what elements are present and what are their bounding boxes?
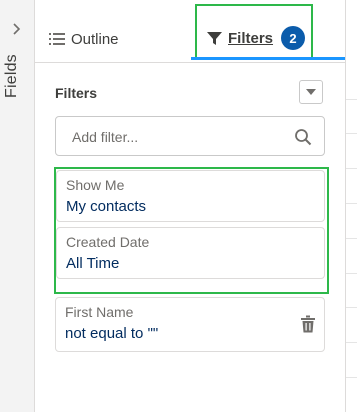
filter-panel: Outline Filters 2 Filters Show Me My co xyxy=(35,0,346,412)
active-tab-indicator xyxy=(191,57,345,60)
filter-value: not equal to "" xyxy=(65,325,159,342)
filter-card-created-date[interactable]: Created Date All Time xyxy=(56,227,325,279)
right-edge-grid xyxy=(346,0,357,412)
trash-icon[interactable] xyxy=(300,315,316,333)
fields-rail[interactable]: Fields xyxy=(0,0,35,412)
tab-filters-label: Filters xyxy=(228,29,274,47)
filter-label: First Name xyxy=(65,304,134,320)
filter-count-badge: 2 xyxy=(281,26,306,50)
search-icon[interactable] xyxy=(294,128,312,146)
filter-card-show-me[interactable]: Show Me My contacts xyxy=(56,170,325,222)
tab-bar: Outline Filters 2 xyxy=(35,0,345,63)
tab-outline-label: Outline xyxy=(71,30,119,48)
fields-label: Fields xyxy=(3,54,20,98)
chevron-right-icon[interactable] xyxy=(10,22,24,36)
add-filter-input[interactable] xyxy=(70,125,284,149)
section-title: Filters xyxy=(55,85,98,101)
filters-menu-button[interactable] xyxy=(299,80,323,104)
filter-value: My contacts xyxy=(66,198,147,215)
tab-filters[interactable]: Filters 2 xyxy=(195,4,313,60)
list-icon xyxy=(49,33,65,45)
filter-label: Show Me xyxy=(66,177,125,193)
filter-label: Created Date xyxy=(66,234,150,250)
filter-value: All Time xyxy=(66,255,120,272)
add-filter-search xyxy=(55,116,325,156)
filter-card-first-name[interactable]: First Name not equal to "" xyxy=(55,297,325,352)
filter-icon xyxy=(207,31,222,45)
caret-down-icon xyxy=(306,89,316,95)
tab-outline[interactable]: Outline xyxy=(49,27,119,51)
